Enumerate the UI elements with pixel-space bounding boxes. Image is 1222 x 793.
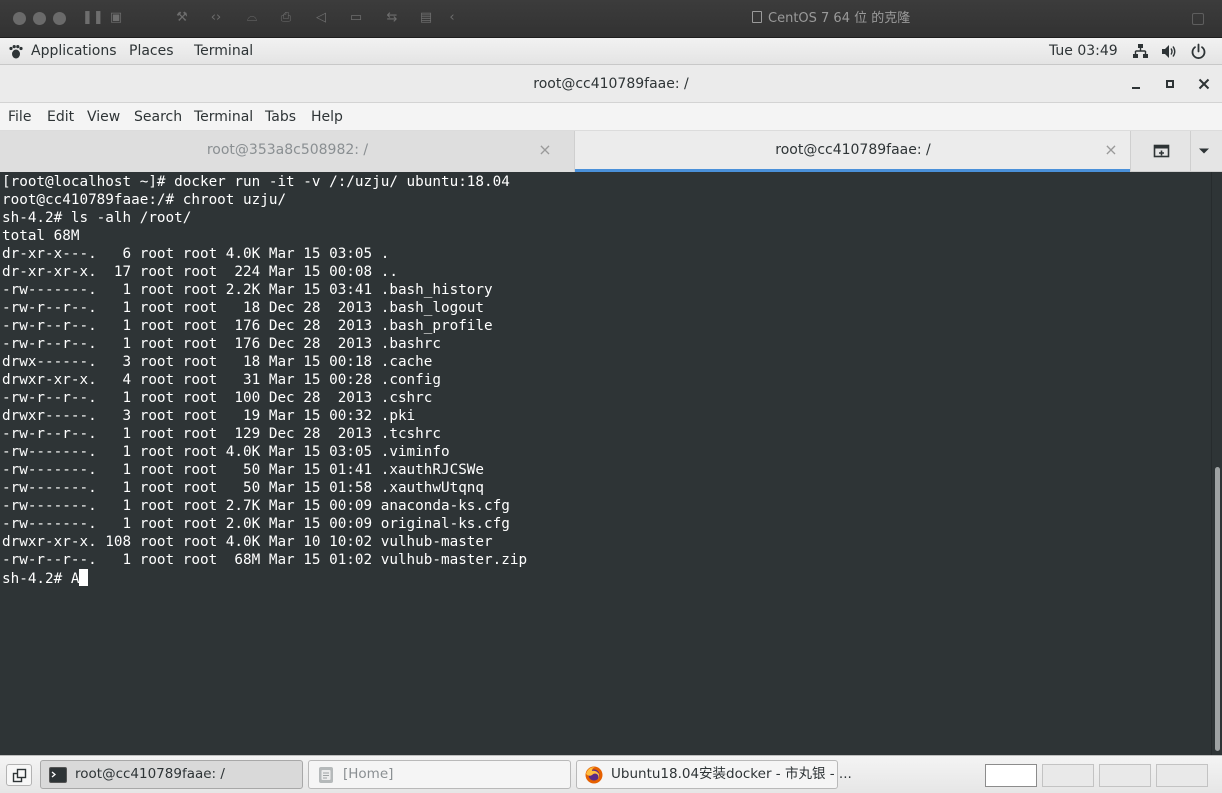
terminal-line: -rw-------. 1 root root 4.0K Mar 15 03:0… (2, 444, 450, 460)
terminal-app-menu[interactable]: Terminal (194, 38, 253, 65)
settings-wrench-icon[interactable]: ⚒ (174, 10, 190, 26)
tab-cc410789faae[interactable]: root@cc410789faae: / × (575, 131, 1131, 172)
terminal-line: -rw-r--r--. 1 root root 68M Mar 15 01:02… (2, 552, 528, 568)
power-icon[interactable] (1190, 43, 1207, 60)
drive-icon[interactable]: ⌓ (244, 10, 260, 26)
minimize-icon[interactable] (1127, 75, 1145, 93)
terminal-line: drwxr-xr-x. 4 root root 31 Mar 15 00:28 … (2, 372, 441, 388)
terminal-line: -rw-------. 1 root root 2.0K Mar 15 00:0… (2, 516, 510, 532)
terminal-line: drwx------. 3 root root 18 Mar 15 00:18 … (2, 354, 433, 370)
vm-restore-icon[interactable] (1192, 13, 1204, 25)
window-title: root@cc410789faae: / (533, 76, 689, 92)
task-firefox[interactable]: Ubuntu18.04安装docker - 市丸银 - ... (576, 760, 852, 789)
volume-icon[interactable] (1160, 43, 1177, 60)
top-panel: Applications Places Terminal Tue 03:49 (0, 38, 1222, 65)
terminal-line: drwxr-xr-x. 108 root root 4.0K Mar 10 10… (2, 534, 493, 550)
firefox-icon (585, 766, 603, 784)
vm-minimize-dot[interactable] (33, 12, 46, 25)
text-cursor (79, 569, 89, 586)
snapshot-icon[interactable]: ▣ (108, 10, 124, 26)
clock[interactable]: Tue 03:49 (1049, 38, 1118, 65)
folder-share-icon[interactable]: ▤ (418, 10, 434, 26)
tab-list-button[interactable] (1191, 131, 1222, 172)
menu-search[interactable]: Search (134, 103, 182, 131)
workspace-1[interactable] (985, 764, 1037, 787)
menu-tabs[interactable]: Tabs (265, 103, 296, 131)
tab-bar: root@353a8c508982: / × root@cc410789faae… (0, 131, 1222, 172)
document-icon (752, 11, 762, 23)
workspace-4[interactable] (1156, 764, 1208, 787)
network-icon[interactable] (1132, 43, 1149, 60)
chevron-left-icon[interactable]: ‹ (444, 10, 460, 26)
task-label: root@cc410789faae: / (75, 766, 225, 782)
show-desktop-button[interactable] (6, 764, 32, 786)
tab-close-icon[interactable]: × (538, 142, 552, 158)
tab-label: root@353a8c508982: / (206, 142, 369, 158)
terminal-line: [root@localhost ~]# docker run -it -v /:… (2, 174, 510, 190)
task-label: [Home] (343, 766, 394, 782)
applications-foot-icon (9, 45, 23, 59)
maximize-icon[interactable] (1161, 75, 1179, 93)
terminal-input[interactable]: A (71, 571, 80, 587)
terminal-line: -rw-r--r--. 1 root root 176 Dec 28 2013 … (2, 336, 441, 352)
terminal-scrollbar[interactable] (1211, 172, 1222, 755)
window-titlebar[interactable]: root@cc410789faae: / (0, 65, 1222, 103)
terminal-line: root@cc410789faae:/# chroot uzju/ (2, 192, 287, 208)
task-home-folder[interactable]: [Home] (308, 760, 571, 789)
terminal-prompt: sh-4.2# (2, 571, 71, 587)
new-tab-button[interactable] (1131, 131, 1191, 172)
show-desktop-icon (12, 768, 27, 783)
tab-label: root@cc410789faae: / (775, 142, 931, 158)
terminal-line: drwxr-----. 3 root root 19 Mar 15 00:32 … (2, 408, 416, 424)
menu-edit[interactable]: Edit (47, 103, 74, 131)
pause-icon[interactable]: ❚❚ (82, 10, 104, 26)
new-tab-icon (1153, 144, 1170, 158)
close-icon[interactable] (1195, 75, 1213, 93)
code-arrows-icon[interactable]: ‹› (208, 10, 224, 26)
terminal-line: -rw-------. 1 root root 50 Mar 15 01:58 … (2, 480, 485, 496)
terminal-line: -rw-r--r--. 1 root root 129 Dec 28 2013 … (2, 426, 441, 442)
task-label: Ubuntu18.04安装docker - 市丸银 - ... (611, 766, 852, 782)
menu-view[interactable]: View (87, 103, 120, 131)
terminal-line: -rw-------. 1 root root 2.2K Mar 15 03:4… (2, 282, 493, 298)
menu-terminal[interactable]: Terminal (194, 103, 253, 131)
terminal-icon (49, 767, 67, 783)
terminal-line: dr-xr-x---. 6 root root 4.0K Mar 15 03:0… (2, 246, 390, 262)
terminal-line: -rw-------. 1 root root 2.7K Mar 15 00:0… (2, 498, 510, 514)
terminal-line: -rw-r--r--. 1 root root 176 Dec 28 2013 … (2, 318, 493, 334)
terminal-line: total 68M (2, 228, 80, 244)
sound-icon[interactable]: ◁ (313, 10, 329, 26)
terminal-line: -rw-------. 1 root root 50 Mar 15 01:41 … (2, 462, 485, 478)
menu-file[interactable]: File (8, 103, 31, 131)
vm-zoom-dot[interactable] (53, 12, 66, 25)
applications-menu[interactable]: Applications (31, 38, 117, 65)
chevron-down-icon (1199, 148, 1209, 154)
terminal-line: -rw-r--r--. 1 root root 18 Dec 28 2013 .… (2, 300, 485, 316)
usb-icon[interactable]: ⇆ (384, 10, 400, 26)
places-menu[interactable]: Places (129, 38, 174, 65)
task-terminal[interactable]: root@cc410789faae: / (40, 760, 303, 789)
menubar: File Edit View Search Terminal Tabs Help (0, 103, 1222, 131)
vm-title: CentOS 7 64 位 的克隆 (752, 0, 910, 38)
printer-icon[interactable]: ⎙ (278, 10, 294, 26)
window-list-bar: root@cc410789faae: / [Home] Ubuntu18.04安… (0, 755, 1222, 793)
terminal-line: dr-xr-xr-x. 17 root root 224 Mar 15 00:0… (2, 264, 398, 280)
workspace-3[interactable] (1099, 764, 1151, 787)
folder-icon (319, 767, 333, 783)
vm-window-bar: ❚❚ ▣ ⚒ ‹› ⌓ ⎙ ◁ ▭ ⇆ ▤ ‹ CentOS 7 64 位 的克… (0, 0, 1222, 38)
terminal-line: sh-4.2# ls -alh /root/ (2, 210, 192, 226)
vm-close-dot[interactable] (13, 12, 26, 25)
terminal-line: -rw-r--r--. 1 root root 100 Dec 28 2013 … (2, 390, 433, 406)
terminal-output[interactable]: [root@localhost ~]# docker run -it -v /:… (0, 172, 1211, 755)
menu-help[interactable]: Help (311, 103, 343, 131)
scrollbar-thumb[interactable] (1215, 467, 1220, 751)
camera-icon[interactable]: ▭ (348, 10, 364, 26)
tab-close-icon[interactable]: × (1104, 142, 1118, 158)
workspace-2[interactable] (1042, 764, 1094, 787)
terminal-prompt-line[interactable]: sh-4.2# A (2, 569, 89, 587)
tab-353a8c508982[interactable]: root@353a8c508982: / × (0, 131, 575, 172)
